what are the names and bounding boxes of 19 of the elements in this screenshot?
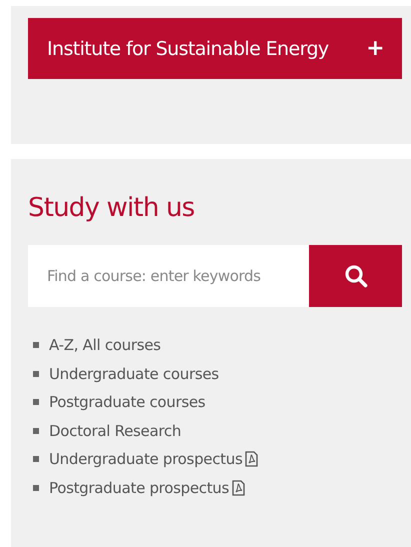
pdf-icon: [232, 480, 246, 496]
course-link[interactable]: A-Z, All courses: [49, 336, 161, 354]
search-button[interactable]: [309, 245, 402, 307]
course-link[interactable]: Undergraduate courses: [49, 364, 219, 383]
bullet-icon: [33, 484, 39, 491]
pdf-icon: [245, 451, 258, 468]
bullet-icon: [33, 399, 39, 406]
bullet-icon: [33, 342, 39, 348]
search-icon: [344, 264, 368, 288]
course-link[interactable]: Undergraduate prospectus: [49, 450, 242, 468]
accordion-button[interactable]: Institute for Sustainable Energy +: [28, 18, 402, 79]
bullet-icon: [33, 456, 39, 462]
bullet-icon: [33, 428, 39, 434]
search-field[interactable]: Find a course: enter keywords: [28, 245, 309, 307]
course-link[interactable]: Postgraduate prospectus: [49, 478, 230, 497]
bullet-icon: [33, 370, 39, 377]
section-heading: Study with us: [28, 193, 196, 223]
course-link[interactable]: Doctoral Research: [49, 422, 182, 440]
course-link[interactable]: Postgraduate courses: [49, 393, 206, 412]
